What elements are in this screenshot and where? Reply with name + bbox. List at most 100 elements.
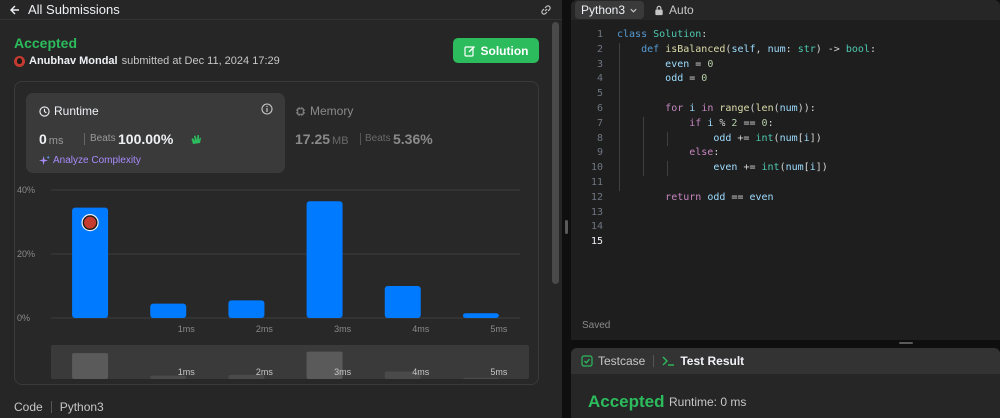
- lock-icon: [655, 5, 663, 15]
- overview-tick-label: 2ms: [256, 367, 274, 377]
- submission-panel: All Submissions Accepted Anubhav Mondal …: [0, 0, 562, 418]
- line-number: 14: [590, 221, 603, 233]
- code-label: Code: [14, 400, 43, 414]
- vertical-resize-handle[interactable]: [562, 0, 571, 418]
- code-line[interactable]: 13: [571, 206, 1000, 221]
- performance-card: Runtime 0 ms Beats 100.00% Analyze Comple…: [14, 81, 539, 385]
- auto-mode[interactable]: Auto: [654, 3, 694, 17]
- share-link-icon[interactable]: [538, 3, 554, 17]
- line-number: 2: [596, 43, 603, 55]
- code-line[interactable]: 3 even = 0: [571, 58, 1000, 73]
- code-line[interactable]: 7 if i % 2 == 0:: [571, 117, 1000, 132]
- overview-tick-label: 5ms: [490, 367, 508, 377]
- tab-testcase-label: Testcase: [598, 354, 646, 368]
- tab-testcase[interactable]: Testcase: [581, 354, 645, 368]
- chart-bar: [384, 286, 421, 318]
- horizontal-resize-handle[interactable]: [571, 340, 1000, 348]
- chart-bar: [150, 303, 187, 318]
- line-number: 11: [590, 176, 603, 188]
- code-footer: Code Python3: [14, 400, 104, 414]
- memory-unit: MB: [332, 135, 349, 147]
- x-tick-label: 4ms: [412, 324, 430, 334]
- info-icon[interactable]: [261, 102, 273, 120]
- chevron-down-icon: [630, 8, 637, 13]
- code-text: odd = 0: [665, 73, 708, 85]
- overview-bar: [462, 377, 499, 379]
- language-value: Python3: [581, 3, 626, 17]
- analyze-complexity-link[interactable]: Analyze Complexity: [39, 155, 141, 166]
- x-tick-label: 2ms: [256, 324, 274, 334]
- code-editor: Python3 Auto 1 class Solution: 2 def isBal…: [571, 0, 1000, 340]
- solution-button-label: Solution: [480, 43, 529, 58]
- code-line[interactable]: 11: [571, 176, 1000, 191]
- code-line[interactable]: 12 return odd == even: [571, 191, 1000, 206]
- overview-tick-label: 1ms: [178, 367, 196, 377]
- checkbox-icon: [581, 355, 593, 367]
- code-line[interactable]: 6 for i in range(len(num)):: [571, 102, 1000, 117]
- x-tick-label: 5ms: [490, 324, 508, 334]
- code-line[interactable]: 10 even += int(num[i]): [571, 161, 1000, 176]
- submitted-prefix: submitted at: [121, 55, 182, 67]
- test-panel: Testcase Test Result Accepted Runtime: 0…: [571, 348, 1000, 418]
- code-text: even += int(num[i]): [713, 162, 828, 174]
- submission-status: Accepted: [14, 35, 78, 51]
- avatar-fill: [84, 216, 97, 229]
- language-select[interactable]: Python3: [575, 1, 645, 19]
- submission-header: All Submissions: [0, 0, 562, 20]
- line-number: 7: [596, 117, 603, 129]
- memory-stat[interactable]: Memory 17.25 MB Beats 5.36%: [295, 93, 525, 173]
- code-line[interactable]: 4 odd = 0: [571, 72, 1000, 87]
- code-language: Python3: [59, 400, 104, 414]
- code-text: even = 0: [665, 58, 714, 70]
- line-number: 1: [596, 29, 603, 40]
- runtime-stat[interactable]: Runtime 0 ms Beats 100.00% Analyze Comple…: [26, 93, 285, 173]
- terminal-icon: [662, 356, 675, 366]
- line-number: 5: [596, 88, 603, 100]
- line-number: 12: [590, 191, 603, 203]
- indent-guide: [667, 131, 669, 147]
- all-submissions-link[interactable]: All Submissions: [28, 2, 538, 17]
- code-line[interactable]: 5: [571, 87, 1000, 102]
- x-tick-label: 3ms: [334, 324, 352, 334]
- code-line[interactable]: 14: [571, 220, 1000, 235]
- submitter-name[interactable]: Anubhav Mondal: [29, 55, 118, 67]
- x-tick-label: 1ms: [178, 324, 196, 334]
- runtime-value: 0: [39, 131, 47, 147]
- line-number: 3: [596, 58, 603, 70]
- runtime-distribution-chart: 0% 20% 40% 1ms 2ms 3ms 4ms 5ms 1ms 2ms 3ms 4ms 5ms: [15, 182, 540, 382]
- left-scrollbar[interactable]: [552, 22, 559, 284]
- edit-icon: [463, 45, 475, 57]
- submitted-time: Dec 11, 2024 17:29: [184, 55, 280, 67]
- chart-svg: 0% 20% 40% 1ms 2ms 3ms 4ms 5ms 1ms 2ms 3ms 4ms 5ms: [17, 185, 529, 379]
- chart-bar: [462, 313, 499, 318]
- chart-bar: [228, 300, 265, 318]
- line-number: 10: [590, 162, 603, 174]
- auto-mode-label: Auto: [669, 3, 694, 17]
- code-line[interactable]: 2 def isBalanced(self, num: str) -> bool…: [571, 43, 1000, 58]
- indent-guide: [643, 116, 645, 176]
- avatar[interactable]: [14, 55, 25, 67]
- y-tick-label: 0%: [17, 313, 30, 323]
- tab-test-result[interactable]: Test Result: [662, 354, 744, 368]
- memory-beats-label: Beats: [365, 133, 391, 144]
- line-number: 6: [596, 102, 603, 114]
- code-line[interactable]: 15: [571, 235, 1000, 250]
- code-text-area[interactable]: 1 class Solution: 2 def isBalanced(self, n…: [571, 28, 1000, 250]
- code-line[interactable]: 1 class Solution:: [571, 28, 1000, 43]
- code-text: else:: [689, 147, 720, 159]
- clock-icon: [39, 105, 50, 117]
- code-line[interactable]: 9 else:: [571, 146, 1000, 161]
- code-text: class Solution:: [617, 29, 708, 40]
- runtime-label: Runtime: [54, 104, 99, 118]
- overview-tick-label: 4ms: [412, 367, 430, 377]
- result-runtime: Runtime: 0 ms: [669, 395, 747, 409]
- analyze-complexity-label: Analyze Complexity: [53, 155, 141, 166]
- memory-beats-value: 5.36%: [393, 131, 433, 147]
- memory-value: 17.25: [295, 131, 331, 147]
- y-tick-label: 20%: [17, 249, 35, 259]
- post-solution-button[interactable]: Solution: [453, 38, 539, 63]
- back-arrow-icon[interactable]: [8, 4, 22, 16]
- line-number: 8: [596, 132, 603, 144]
- code-line[interactable]: 8 odd += int(num[i]): [571, 132, 1000, 147]
- result-status: Accepted: [588, 392, 665, 411]
